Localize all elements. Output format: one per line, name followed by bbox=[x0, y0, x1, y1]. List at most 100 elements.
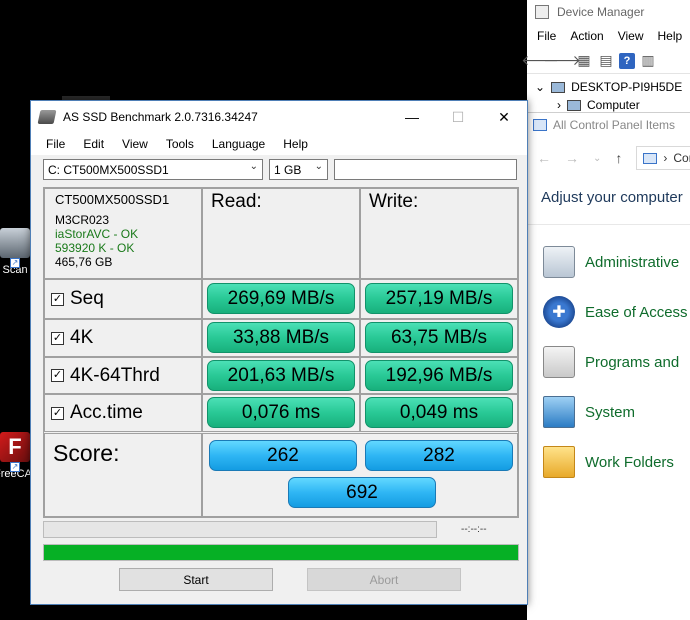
cp-item-label: Ease of Access bbox=[585, 303, 688, 321]
menu-tools[interactable]: Tools bbox=[157, 137, 203, 151]
acc-write-result: 0,049 ms bbox=[365, 397, 513, 428]
maximize-button[interactable]: ☐ bbox=[435, 101, 481, 133]
results-grid: CT500MX500SSD1 M3CR023 iaStorAVC - OK 59… bbox=[43, 187, 519, 518]
size-select-value: 1 GB bbox=[274, 162, 302, 177]
acc-read-result: 0,076 ms bbox=[207, 397, 355, 428]
write-column-header: Write: bbox=[360, 188, 518, 279]
overall-progress-bar bbox=[43, 544, 519, 561]
menu-edit[interactable]: Edit bbox=[74, 137, 113, 151]
drive-firmware: M3CR023 bbox=[55, 213, 110, 227]
checkbox-4k[interactable]: ✓ bbox=[51, 331, 64, 345]
ease-of-access-icon: ✚ bbox=[543, 296, 575, 328]
app-titlebar[interactable]: AS SSD Benchmark 2.0.7316.34247 — ☐ ✕ bbox=[31, 101, 527, 133]
control-panel-titlebar[interactable]: All Control Panel Items bbox=[527, 113, 690, 137]
test-row-4k-64thrd[interactable]: ✓ 4K-64Thrd bbox=[44, 357, 202, 394]
details-icon[interactable]: ▤ bbox=[597, 52, 615, 70]
status-field[interactable] bbox=[334, 159, 517, 180]
start-button[interactable]: Start bbox=[119, 568, 273, 591]
test-row-acc-time[interactable]: ✓ Acc.time bbox=[44, 394, 202, 432]
cp-item-label: Programs and bbox=[585, 353, 680, 371]
device-manager-title: Device Manager bbox=[557, 5, 645, 19]
freecad-icon: F bbox=[0, 432, 30, 462]
seq-write-result: 257,19 MB/s bbox=[365, 283, 513, 314]
abort-button[interactable]: Abort bbox=[307, 568, 461, 591]
chevron-down-icon: ⌄ bbox=[249, 161, 258, 172]
tree-root[interactable]: ⌄ DESKTOP-PI9H5DE bbox=[535, 78, 690, 96]
test-row-seq[interactable]: ✓ Seq bbox=[44, 279, 202, 319]
back-arrow-icon[interactable]: ← bbox=[537, 150, 551, 166]
size-select[interactable]: 1 GB ⌄ bbox=[269, 159, 328, 180]
device-tree: ⌄ DESKTOP-PI9H5DE › Computer bbox=[527, 74, 690, 114]
computer-icon bbox=[551, 81, 566, 93]
cp-item-ease-of-access[interactable]: ✚ Ease of Access bbox=[527, 287, 690, 337]
work-folders-icon bbox=[543, 446, 575, 478]
expand-chevron-icon[interactable]: › bbox=[557, 98, 561, 112]
cp-item-system[interactable]: System bbox=[527, 387, 690, 437]
cp-item-work-folders[interactable]: Work Folders bbox=[527, 437, 690, 487]
address-text: Con bbox=[673, 151, 690, 165]
properties-icon[interactable]: ▦ bbox=[575, 52, 593, 70]
progress-fill bbox=[44, 545, 518, 560]
ssd-app-icon bbox=[37, 110, 57, 124]
checkbox-4k-64thrd[interactable]: ✓ bbox=[51, 369, 64, 382]
computer-icon bbox=[567, 99, 581, 111]
control-panel-window[interactable]: All Control Panel Items ← → ⌄ ↑ › Con Ad… bbox=[527, 112, 690, 620]
menu-file[interactable]: File bbox=[37, 137, 74, 151]
write-score: 282 bbox=[365, 440, 513, 471]
menu-action[interactable]: Action bbox=[570, 29, 603, 43]
checkbox-seq[interactable]: ✓ bbox=[51, 292, 64, 306]
test-row-4k[interactable]: ✓ 4K bbox=[44, 319, 202, 357]
menu-help[interactable]: Help bbox=[658, 29, 683, 43]
seq-read-result: 269,69 MB/s bbox=[207, 283, 355, 314]
score-label: Score: bbox=[44, 433, 202, 517]
address-bar[interactable]: › Con bbox=[636, 146, 690, 170]
scanner-icon bbox=[0, 228, 30, 258]
menu-view[interactable]: View bbox=[113, 137, 157, 151]
as-ssd-window[interactable]: AS SSD Benchmark 2.0.7316.34247 — ☐ ✕ Fi… bbox=[30, 100, 528, 605]
test-label: 4K bbox=[70, 327, 94, 348]
test-label: Seq bbox=[70, 288, 104, 309]
4k64-write-result: 192,96 MB/s bbox=[365, 360, 513, 391]
drive-toolbar: C: CT500MX500SSD1 ⌄ 1 GB ⌄ bbox=[43, 159, 517, 180]
minimize-button[interactable]: — bbox=[389, 101, 435, 133]
breadcrumb-separator-icon: › bbox=[663, 151, 668, 165]
read-column-header: Read: bbox=[202, 188, 360, 279]
desktop-icon-scan[interactable]: ↗ J Scan bbox=[0, 228, 34, 276]
device-list-icon[interactable]: ▥ bbox=[639, 52, 657, 70]
checkbox-acc-time[interactable]: ✓ bbox=[51, 406, 64, 420]
forward-arrow-icon[interactable]: 🡒 bbox=[543, 52, 581, 70]
menu-help[interactable]: Help bbox=[274, 137, 317, 151]
close-button[interactable]: ✕ bbox=[481, 101, 527, 133]
tree-root-label: DESKTOP-PI9H5DE bbox=[571, 80, 683, 94]
control-panel-navbar: ← → ⌄ ↑ › Con bbox=[527, 137, 690, 179]
help-icon[interactable]: ? bbox=[619, 52, 635, 69]
recent-chevron-icon[interactable]: ⌄ bbox=[593, 153, 601, 164]
4k64-read-result: 201,63 MB/s bbox=[207, 360, 355, 391]
device-manager-toolbar: 🡐 🡒 ▦ ▤ ? ▥ bbox=[521, 48, 690, 74]
read-score: 262 bbox=[209, 440, 357, 471]
forward-arrow-icon[interactable]: → bbox=[565, 150, 579, 166]
cp-item-label: Work Folders bbox=[585, 453, 674, 471]
cp-item-administrative-tools[interactable]: Administrative bbox=[527, 237, 690, 287]
tree-item-label: Computer bbox=[587, 98, 640, 112]
elapsed-time: --:--:-- bbox=[461, 524, 487, 535]
total-score: 692 bbox=[288, 477, 436, 508]
collapse-chevron-icon[interactable]: ⌄ bbox=[535, 80, 545, 94]
menu-file[interactable]: File bbox=[537, 29, 556, 43]
menu-language[interactable]: Language bbox=[203, 137, 274, 151]
control-panel-items: Administrative ✚ Ease of Access Programs… bbox=[527, 225, 690, 487]
drive-select-value: C: CT500MX500SSD1 bbox=[48, 162, 169, 177]
menu-view[interactable]: View bbox=[618, 29, 644, 43]
desktop-icon-freecad[interactable]: F ↗ FreeCA bbox=[0, 432, 34, 480]
shortcut-arrow-icon: ↗ bbox=[10, 258, 20, 268]
drive-select[interactable]: C: CT500MX500SSD1 ⌄ bbox=[43, 159, 263, 180]
up-arrow-icon[interactable]: ↑ bbox=[615, 150, 622, 166]
cp-item-programs[interactable]: Programs and bbox=[527, 337, 690, 387]
control-panel-title: All Control Panel Items bbox=[553, 118, 676, 132]
device-manager-titlebar[interactable]: Device Manager bbox=[527, 0, 690, 24]
test-progress-bar bbox=[43, 521, 437, 538]
shortcut-arrow-icon: ↗ bbox=[10, 462, 20, 472]
control-panel-heading: Adjust your computer bbox=[541, 189, 683, 206]
driver-status: iaStorAVC - OK bbox=[55, 227, 139, 241]
app-title: AS SSD Benchmark 2.0.7316.34247 bbox=[63, 110, 258, 124]
